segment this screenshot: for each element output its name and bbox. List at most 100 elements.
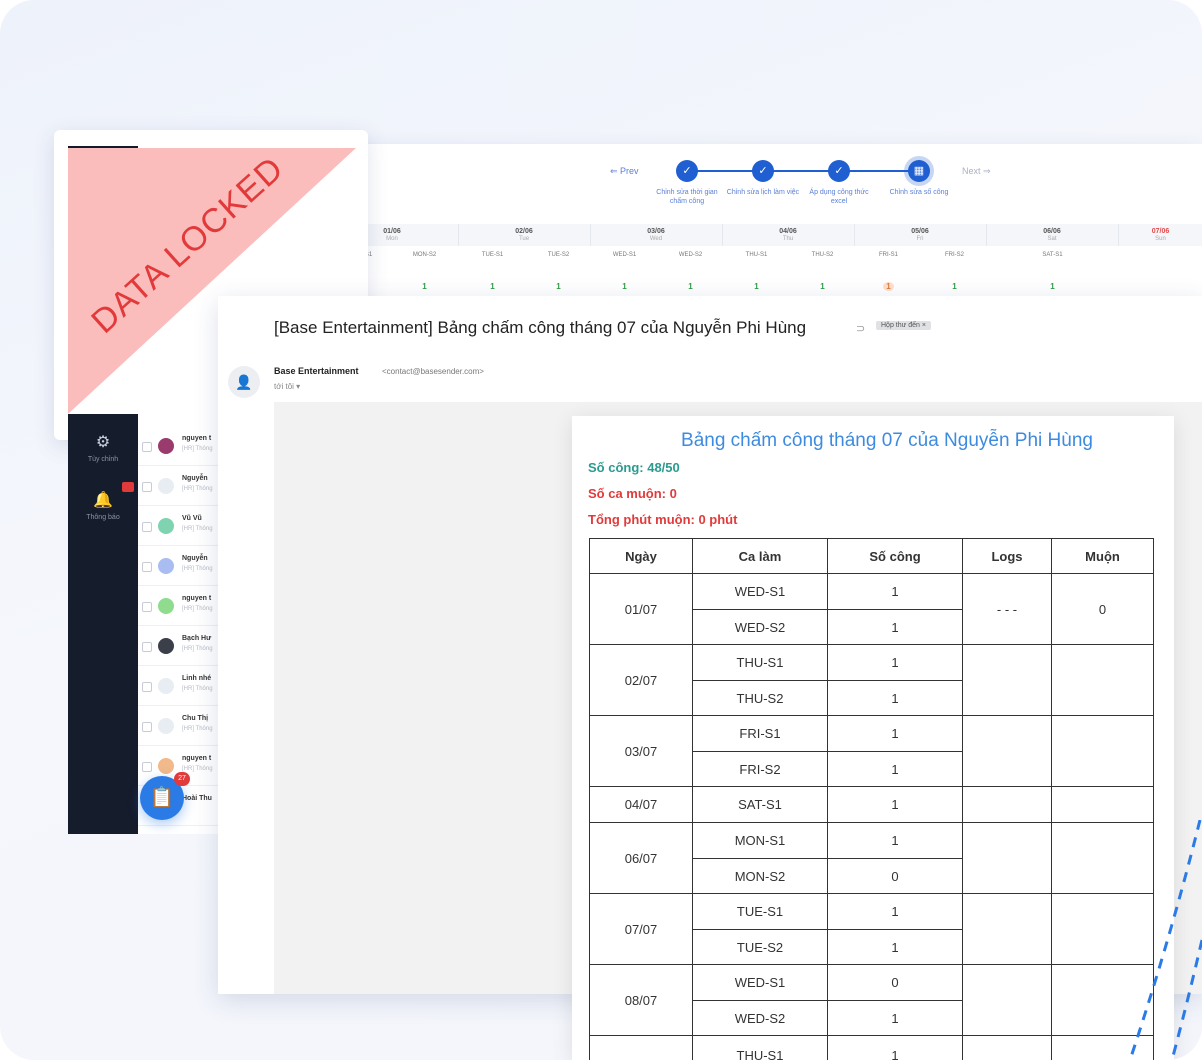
step-2-check-icon[interactable]: ✓ bbox=[752, 160, 774, 182]
shift-value: 1 bbox=[883, 282, 894, 291]
table-header: Ca làm bbox=[692, 538, 828, 574]
email-subject: [Base Entertainment] Bảng chấm công thán… bbox=[274, 318, 807, 337]
shift-value-cell: 1 bbox=[827, 1000, 963, 1036]
list-item[interactable]: nguyen t [HR] Thông bbox=[138, 586, 220, 626]
shift-cell: MON-S2 bbox=[412, 252, 437, 258]
day-name: Sat bbox=[1047, 236, 1057, 242]
list-item[interactable]: Linh nhé [HR] Thông bbox=[138, 666, 220, 706]
next-button[interactable]: Next ⇒ bbox=[962, 166, 991, 177]
shift-name-cell: THU-S2 bbox=[692, 680, 828, 716]
shift-row: MON-S1 MON-S2 TUE-S1 TUE-S2 WED-S1 WED-S… bbox=[349, 252, 1202, 266]
shift-value-cell: 1 bbox=[827, 893, 963, 930]
late-cell bbox=[1051, 644, 1154, 716]
shift-value-cell: 1 bbox=[827, 786, 963, 823]
list-item-subject: [HR] Thông bbox=[182, 606, 213, 612]
day-date: 05/06 bbox=[911, 228, 929, 235]
shift-value[interactable]: 1 bbox=[922, 282, 987, 291]
shift-value-cell: 1 bbox=[827, 609, 963, 645]
logs-cell bbox=[962, 644, 1052, 716]
sidebar-item-label: Tùy chỉnh bbox=[87, 456, 119, 463]
list-checkbox[interactable] bbox=[142, 762, 152, 772]
shift-value-warning[interactable]: 1 bbox=[856, 282, 921, 291]
logs-cell bbox=[962, 1035, 1052, 1060]
list-item-name: Bạch Hư bbox=[182, 635, 212, 642]
shift-value[interactable]: 1 bbox=[460, 282, 525, 291]
late-cell bbox=[1051, 786, 1154, 823]
late-cell bbox=[1051, 715, 1154, 787]
day-date: 03/06 bbox=[647, 228, 665, 235]
clipboard-icon: 📋 bbox=[149, 787, 175, 809]
shift-name-cell: MON-S2 bbox=[692, 858, 828, 894]
list-item-subject: [HR] Thông bbox=[182, 646, 213, 652]
list-item-name: Hoài Thu bbox=[182, 795, 212, 802]
shift-name-cell: MON-S1 bbox=[692, 822, 828, 859]
shift-name-cell: THU-S1 bbox=[692, 644, 828, 681]
inbox-label-chip[interactable]: Hộp thư đến × bbox=[876, 321, 931, 330]
sidebar-item-settings[interactable]: ⚙ Tùy chỉnh bbox=[68, 432, 138, 463]
shift-value[interactable]: 1 bbox=[1020, 282, 1085, 291]
day-name: Thu bbox=[782, 236, 794, 242]
date-cell: 02/07 bbox=[589, 644, 693, 716]
shift-name-cell: FRI-S2 bbox=[692, 751, 828, 787]
list-item[interactable]: Vũ Vũ [HR] Thông bbox=[138, 506, 220, 546]
stepper-track bbox=[686, 170, 918, 172]
list-item[interactable]: Nguyễn [HR] Thông bbox=[138, 546, 220, 586]
step-4-grid-icon[interactable]: ▦ bbox=[908, 160, 930, 182]
avatar bbox=[158, 678, 174, 694]
list-item[interactable]: nguyen t [HR] Thông bbox=[138, 426, 220, 466]
list-checkbox[interactable] bbox=[142, 442, 152, 452]
list-item[interactable]: Chu Thị [HR] Thông bbox=[138, 706, 220, 746]
gear-icon: ⚙ bbox=[95, 434, 111, 451]
shift-value-cell: 0 bbox=[827, 964, 963, 1001]
list-item[interactable]: Nguyễn [HR] Thông bbox=[138, 466, 220, 506]
list-item[interactable]: Bạch Hư [HR] Thông bbox=[138, 626, 220, 666]
list-checkbox[interactable] bbox=[142, 522, 152, 532]
step-1-check-icon[interactable]: ✓ bbox=[676, 160, 698, 182]
shift-value[interactable]: 1 bbox=[790, 282, 855, 291]
recipient-toggle[interactable]: tới tôi ▾ bbox=[274, 382, 300, 391]
avatar bbox=[158, 438, 174, 454]
day-date: 06/06 bbox=[1043, 228, 1061, 235]
shift-value[interactable]: 1 bbox=[392, 282, 457, 291]
list-checkbox[interactable] bbox=[142, 642, 152, 652]
shift-value[interactable]: 1 bbox=[526, 282, 591, 291]
sender-avatar-icon: 👤 bbox=[228, 366, 260, 398]
shift-values-row: 1 1 1 1 1 1 1 1 1 1 1 bbox=[358, 282, 1202, 296]
shift-name-cell: WED-S2 bbox=[692, 1000, 828, 1036]
shift-cell: THU-S1 bbox=[745, 252, 768, 258]
logs-cell bbox=[962, 822, 1052, 894]
list-checkbox[interactable] bbox=[142, 562, 152, 572]
shift-value-cell: 1 bbox=[827, 680, 963, 716]
app-sidebar: ⚙ Tùy chỉnh 🔔 Thông báo bbox=[68, 414, 138, 834]
list-checkbox[interactable] bbox=[142, 602, 152, 612]
day-date: 02/06 bbox=[515, 228, 533, 235]
avatar bbox=[158, 758, 174, 774]
list-item-name: Nguyễn bbox=[182, 475, 208, 482]
inbox-list: nguyen t [HR] Thông Nguyễn [HR] Thông Vũ… bbox=[138, 414, 220, 834]
shift-name-cell: WED-S1 bbox=[692, 964, 828, 1001]
shift-value-cell: 1 bbox=[827, 1035, 963, 1060]
important-marker-icon[interactable]: ⊃ bbox=[856, 322, 865, 335]
notification-badge bbox=[122, 482, 134, 492]
step-3-check-icon[interactable]: ✓ bbox=[828, 160, 850, 182]
step-2-label: Chỉnh sửa lịch làm việc bbox=[726, 189, 800, 196]
list-item-name: Vũ Vũ bbox=[182, 515, 202, 522]
shift-cell: SAT-S1 bbox=[1042, 252, 1063, 258]
table-header: Ngày bbox=[589, 538, 693, 574]
decorative-dashed-lines bbox=[1128, 820, 1202, 1060]
day-name: Tue bbox=[518, 236, 530, 242]
report-title: Bảng chấm công tháng 07 của Nguyễn Phi H… bbox=[681, 430, 1093, 451]
list-checkbox[interactable] bbox=[142, 682, 152, 692]
avatar bbox=[158, 518, 174, 534]
shift-cell: WED-S2 bbox=[678, 252, 703, 258]
shift-value[interactable]: 1 bbox=[592, 282, 657, 291]
sidebar-item-notifications[interactable]: 🔔 Thông báo bbox=[68, 490, 138, 521]
shift-value[interactable]: 1 bbox=[658, 282, 723, 291]
list-checkbox[interactable] bbox=[142, 482, 152, 492]
date-cell: 08/07 bbox=[589, 964, 693, 1036]
list-checkbox[interactable] bbox=[142, 722, 152, 732]
prev-button[interactable]: ⇐ Prev bbox=[610, 166, 639, 177]
list-item-subject: [HR] Thông bbox=[182, 726, 213, 732]
sidebar-item-label: Thông báo bbox=[86, 514, 120, 521]
shift-value[interactable]: 1 bbox=[724, 282, 789, 291]
